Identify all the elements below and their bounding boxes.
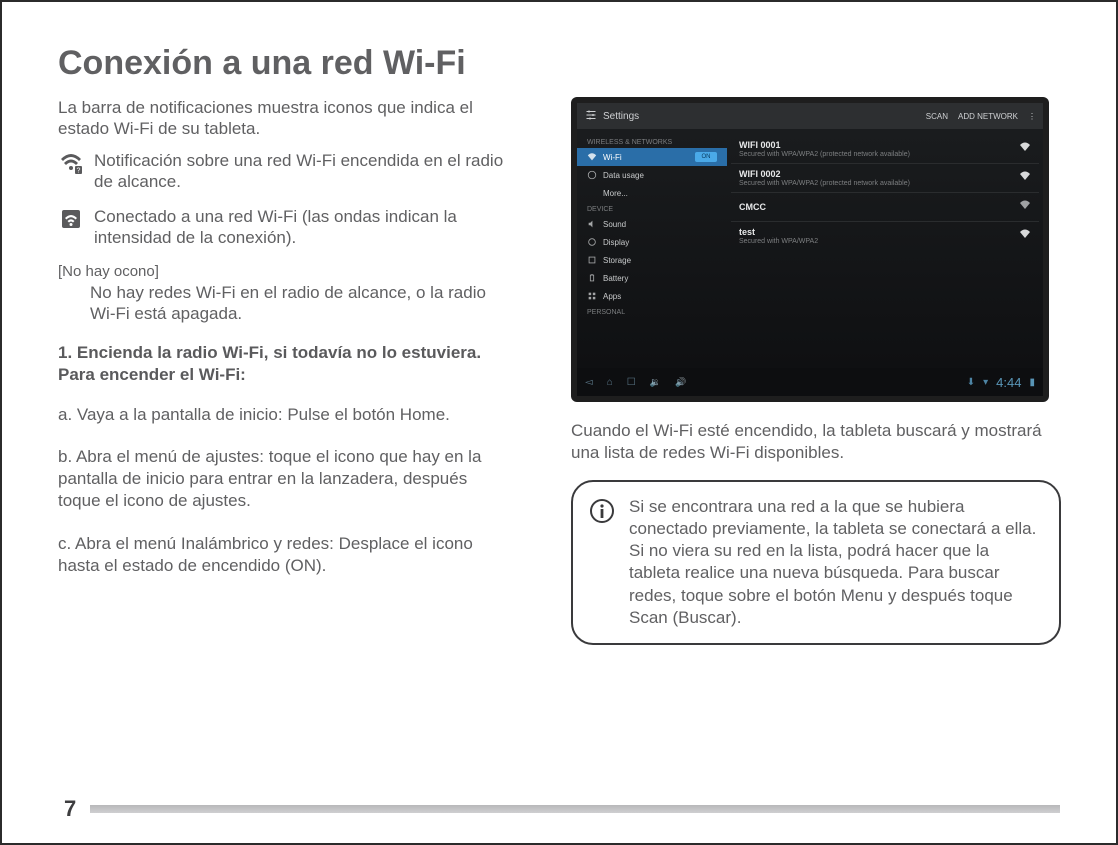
column-left: La barra de notificaciones muestra icono… (58, 97, 513, 645)
vol-down-icon[interactable]: 🔉 (650, 377, 661, 388)
sidebar-storage-label: Storage (603, 256, 631, 265)
wifi-network-list: WIFI 0001 Secured with WPA/WPA2 (protect… (727, 129, 1043, 368)
svg-text:?: ? (77, 167, 81, 174)
signal-icon (1019, 227, 1031, 245)
battery-icon (587, 273, 597, 283)
network-security: Secured with WPA/WPA2 (protected network… (739, 180, 910, 187)
settings-body: WIRELESS & NETWORKS Wi-Fi ON Data (577, 129, 1043, 368)
manual-page: Conexión a una red Wi-Fi La barra de not… (0, 0, 1118, 845)
page-number: 7 (58, 805, 90, 813)
home-icon[interactable]: ⌂ (607, 377, 613, 388)
display-icon (587, 237, 597, 247)
tablet-screenshot: Settings SCAN ADD NETWORK ⋮ WIRELESS & N… (571, 97, 1049, 402)
settings-top-right: SCAN ADD NETWORK ⋮ (926, 112, 1035, 121)
battery-status-icon: ▮ (1029, 377, 1035, 388)
overflow-menu-icon[interactable]: ⋮ (1028, 112, 1035, 121)
network-row[interactable]: test Secured with WPA/WPA2 (731, 222, 1039, 250)
section-device: DEVICE (577, 202, 727, 215)
network-row[interactable]: CMCC (731, 193, 1039, 222)
sound-icon (587, 219, 597, 229)
info-line-1: Si se encontrara una red a la que se hub… (629, 496, 1039, 540)
column-right: Settings SCAN ADD NETWORK ⋮ WIRELESS & N… (571, 97, 1061, 645)
footer-rule: 7 (58, 805, 1060, 813)
signal-icon (1019, 140, 1031, 158)
settings-top-left: Settings (585, 109, 639, 124)
sidebar-item-storage[interactable]: Storage (577, 251, 727, 269)
icon-row-in-range: ? Notificación sobre una red Wi-Fi encen… (58, 150, 513, 193)
sidebar-sound-label: Sound (603, 220, 626, 229)
network-security: Secured with WPA/WPA2 (739, 238, 818, 245)
status-clock: 4:44 (996, 375, 1021, 390)
settings-action-bar: Settings SCAN ADD NETWORK ⋮ (577, 103, 1043, 129)
add-network-action[interactable]: ADD NETWORK (958, 112, 1018, 121)
wifi-icon (587, 152, 597, 162)
wifi-status-icon: ▾ (983, 377, 988, 388)
wifi-connected-icon (58, 206, 84, 232)
sidebar-data-label: Data usage (603, 171, 644, 180)
sidebar-display-label: Display (603, 238, 629, 247)
intro-text: La barra de notificaciones muestra icono… (58, 97, 513, 140)
no-icon-text: No hay redes Wi-Fi en el radio de alcanc… (90, 282, 513, 325)
two-column-layout: La barra de notificaciones muestra icono… (58, 97, 1060, 645)
step-heading: 1. Encienda la radio Wi-Fi, si todavía n… (58, 342, 513, 386)
recent-icon[interactable]: ☐ (627, 377, 636, 388)
vol-up-icon[interactable]: 🔊 (675, 377, 686, 388)
settings-sidebar: WIRELESS & NETWORKS Wi-Fi ON Data (577, 129, 727, 368)
download-icon: ⬇ (967, 377, 975, 388)
step-a: a. Vaya a la pantalla de inicio: Pulse e… (58, 404, 513, 426)
icon-text-connected: Conectado a una red Wi-Fi (las ondas ind… (94, 206, 513, 249)
apps-icon (587, 291, 597, 301)
wifi-toggle[interactable]: ON (695, 152, 717, 162)
icon-row-connected: Conectado a una red Wi-Fi (las ondas ind… (58, 206, 513, 249)
step-c: c. Abra el menú Inalámbrico y redes: Des… (58, 533, 513, 577)
sidebar-apps-label: Apps (603, 292, 621, 301)
sidebar-item-data-usage[interactable]: Data usage (577, 166, 727, 184)
sidebar-wifi-label: Wi-Fi (603, 153, 622, 162)
sidebar-item-wifi[interactable]: Wi-Fi ON (577, 148, 727, 166)
settings-title: Settings (603, 111, 639, 122)
blank-icon (587, 188, 597, 198)
device-screen: Settings SCAN ADD NETWORK ⋮ WIRELESS & N… (577, 103, 1043, 396)
back-icon[interactable]: ◅ (585, 377, 593, 388)
system-nav-bar: ◅ ⌂ ☐ 🔉 🔊 ⬇ ▾ 4:44 ▮ (577, 368, 1043, 396)
section-personal: PERSONAL (577, 305, 727, 318)
network-row[interactable]: WIFI 0001 Secured with WPA/WPA2 (protect… (731, 135, 1039, 164)
signal-icon (1019, 169, 1031, 187)
network-name: WIFI 0001 (739, 140, 910, 150)
sliders-icon (585, 109, 597, 124)
sidebar-item-display[interactable]: Display (577, 233, 727, 251)
page-title: Conexión a una red Wi-Fi (58, 44, 1060, 83)
network-row[interactable]: WIFI 0002 Secured with WPA/WPA2 (protect… (731, 164, 1039, 193)
wifi-in-range-icon: ? (58, 150, 84, 176)
storage-icon (587, 255, 597, 265)
step-b: b. Abra el menú de ajustes: toque el ico… (58, 446, 513, 512)
network-security: Secured with WPA/WPA2 (protected network… (739, 151, 910, 158)
sidebar-item-more[interactable]: More... (577, 184, 727, 202)
data-usage-icon (587, 170, 597, 180)
network-name: CMCC (739, 202, 766, 212)
section-wireless: WIRELESS & NETWORKS (577, 135, 727, 148)
sidebar-item-battery[interactable]: Battery (577, 269, 727, 287)
sidebar-item-apps[interactable]: Apps (577, 287, 727, 305)
icon-text-in-range: Notificación sobre una red Wi-Fi encendi… (94, 150, 513, 193)
network-name: test (739, 227, 818, 237)
info-text: Si se encontrara una red a la que se hub… (629, 496, 1039, 629)
right-paragraph: Cuando el Wi-Fi esté encendido, la table… (571, 420, 1061, 464)
sidebar-more-label: More... (603, 189, 628, 198)
no-icon-label: [No hay ocono] (58, 263, 513, 280)
page-footer: 7 (58, 805, 1060, 813)
signal-icon (1019, 198, 1031, 216)
info-callout: Si se encontrara una red a la que se hub… (571, 480, 1061, 645)
info-line-2: Si no viera su red en la lista, podrá ha… (629, 540, 1039, 628)
sidebar-battery-label: Battery (603, 274, 628, 283)
scan-action[interactable]: SCAN (926, 112, 948, 121)
sidebar-item-sound[interactable]: Sound (577, 215, 727, 233)
info-icon (589, 498, 615, 524)
network-name: WIFI 0002 (739, 169, 910, 179)
